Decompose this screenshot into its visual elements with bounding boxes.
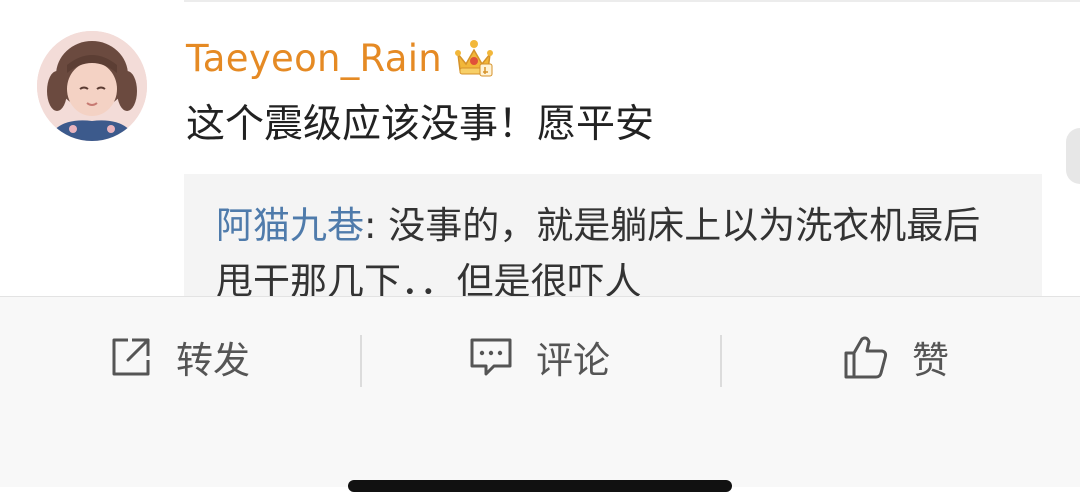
- top-divider: [184, 0, 1080, 2]
- comment-label: 评论: [536, 339, 610, 382]
- crown-icon[interactable]: [452, 36, 496, 80]
- comment-button[interactable]: 评论: [468, 327, 610, 387]
- share-icon: [108, 334, 154, 380]
- avatar-image: [37, 31, 147, 141]
- action-bar: 转发 评论 赞: [0, 296, 1080, 487]
- username[interactable]: Taeyeon_Rain: [186, 37, 442, 80]
- reply-preview[interactable]: 阿猫九巷: 没事的，就是躺床上以为洗衣机最后甩干那几下．．但是很吓人: [184, 174, 1042, 314]
- comment-icon: [468, 334, 514, 380]
- action-separator: [360, 335, 362, 387]
- thumbs-up-icon: [842, 333, 890, 381]
- like-label: 赞: [912, 339, 949, 382]
- comment-header: Taeyeon_Rain: [186, 32, 496, 84]
- share-button[interactable]: 转发: [108, 327, 250, 387]
- share-label: 转发: [176, 339, 250, 382]
- reply-author[interactable]: 阿猫九巷: [216, 204, 364, 247]
- like-button[interactable]: 赞: [842, 327, 949, 387]
- reply-content: 阿猫九巷: 没事的，就是躺床上以为洗衣机最后甩干那几下．．但是很吓人: [216, 198, 1016, 310]
- action-separator: [720, 335, 722, 387]
- home-indicator[interactable]: [348, 480, 732, 492]
- scroll-edge: [1066, 128, 1080, 184]
- reply-separator: :: [364, 204, 389, 247]
- comment-text: 这个震级应该没事！愿平安: [186, 102, 655, 147]
- avatar[interactable]: [37, 31, 147, 141]
